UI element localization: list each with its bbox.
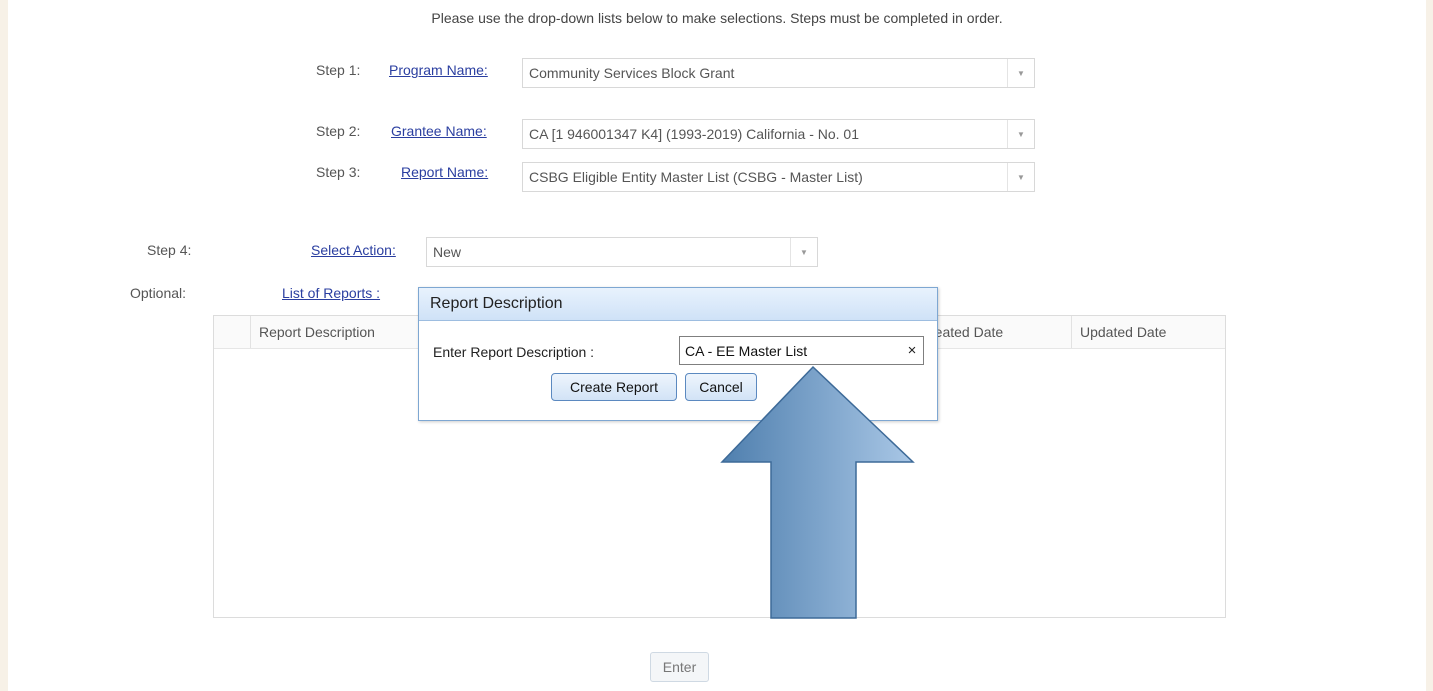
up-arrow-icon bbox=[720, 365, 915, 619]
page: Please use the drop-down lists below to … bbox=[8, 0, 1426, 691]
